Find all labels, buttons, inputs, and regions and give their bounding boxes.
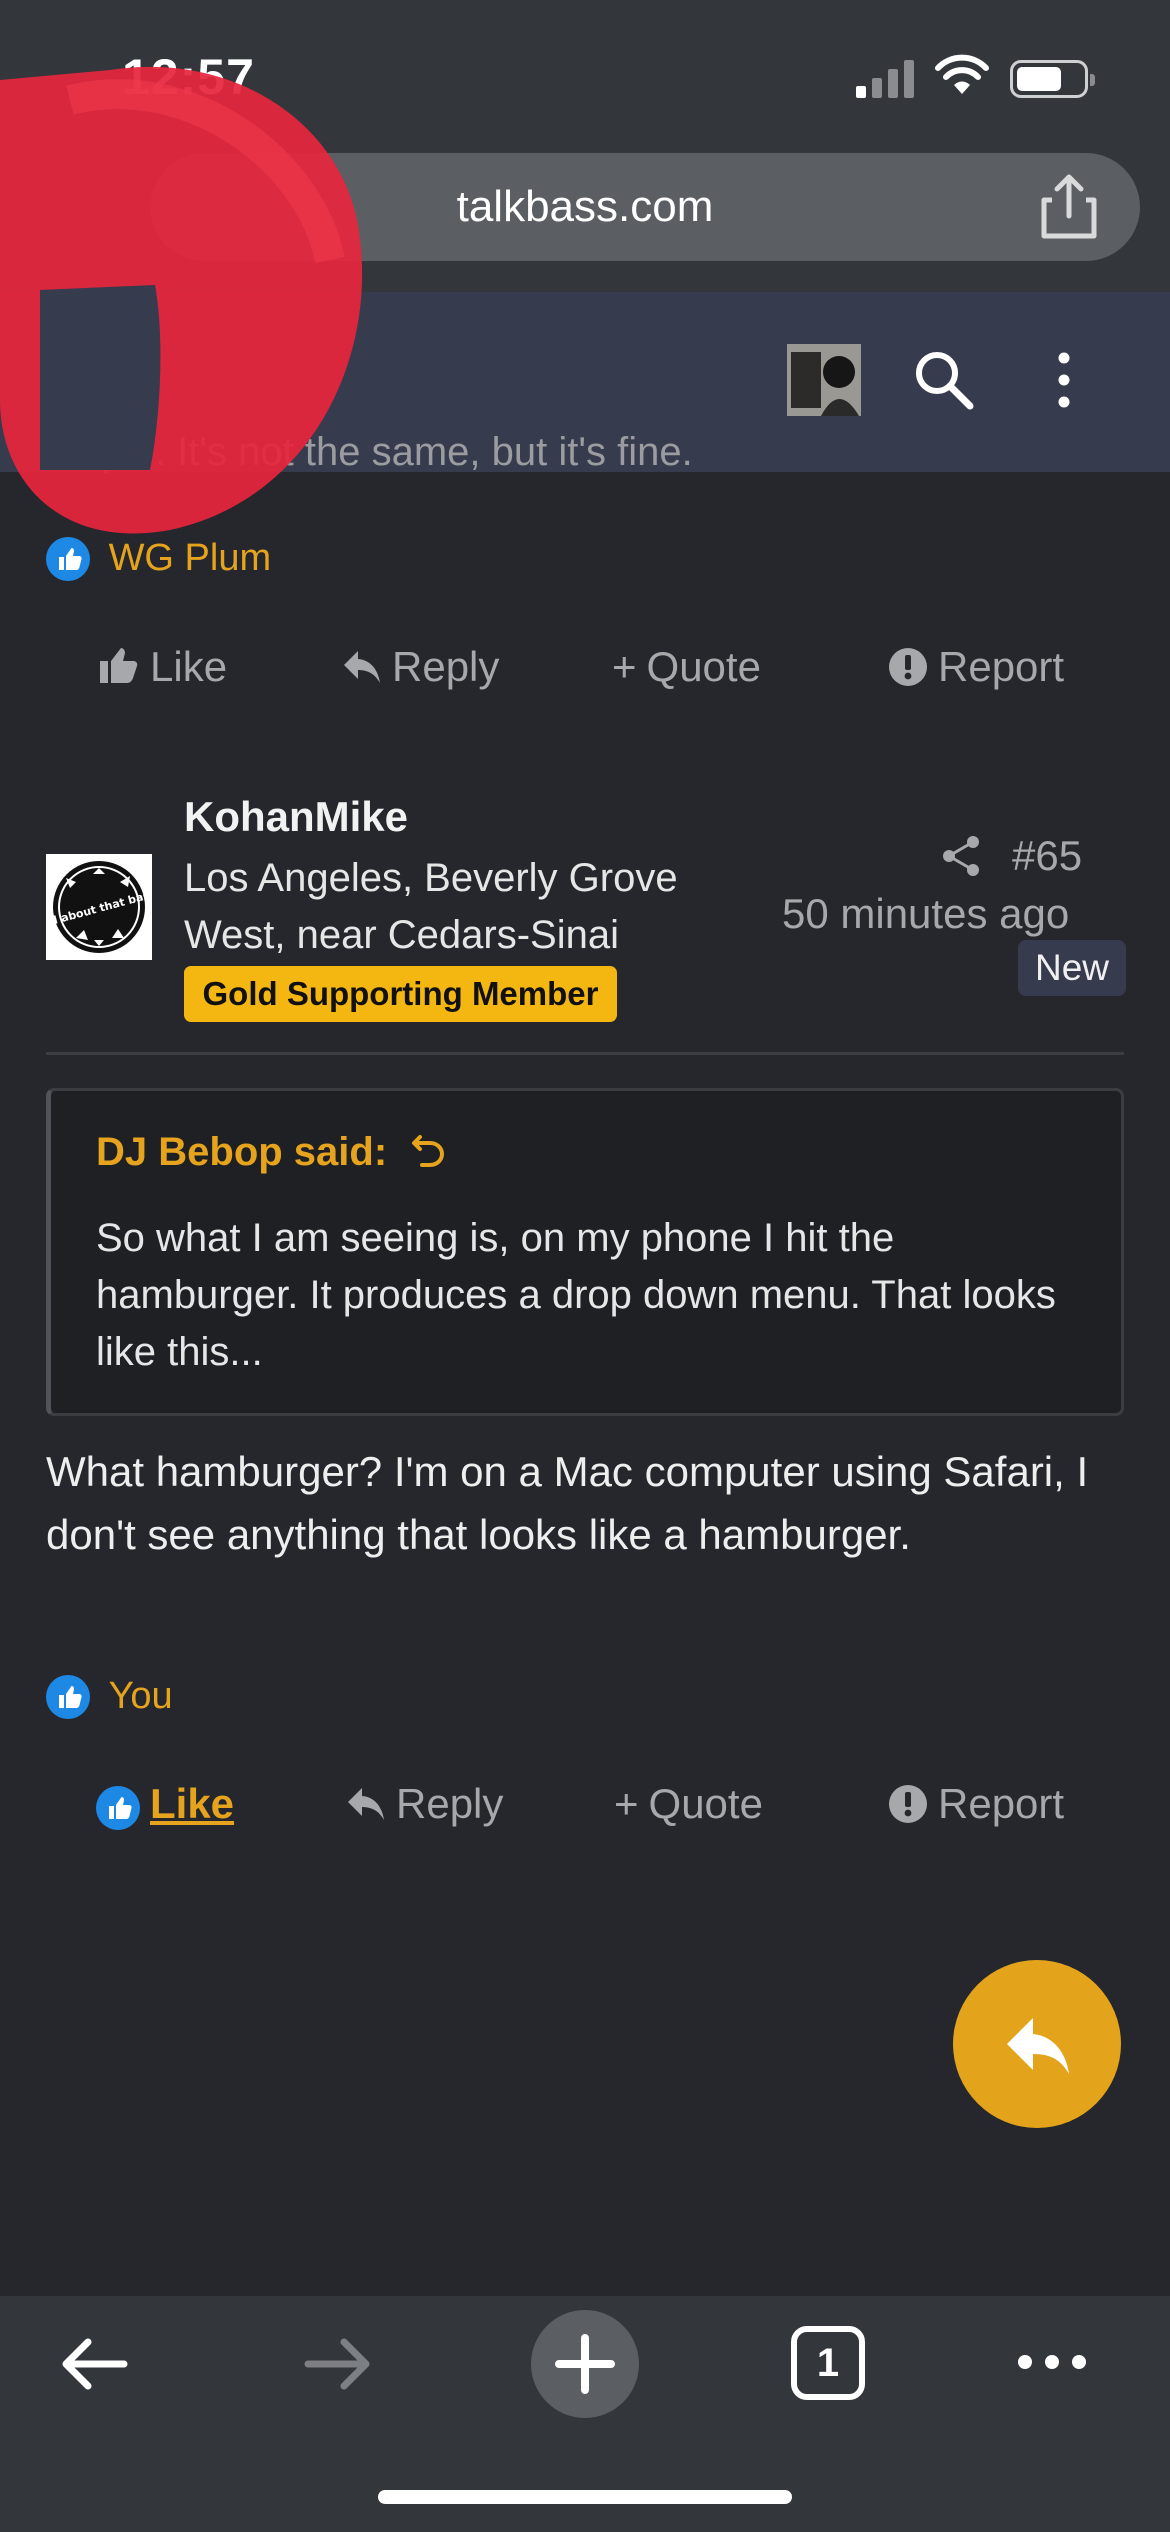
like-reaction-icon [46, 1674, 90, 1719]
user-avatar[interactable] [787, 344, 861, 416]
alert-circle-icon [889, 1785, 927, 1823]
reaction-summary[interactable]: WG Plum [46, 536, 271, 581]
status-time: 12:57 [122, 49, 255, 105]
cellular-signal-icon [856, 58, 914, 98]
plus-icon: + [614, 1780, 639, 1827]
address-bar-url[interactable]: talkbass.com [150, 153, 1020, 261]
post-number[interactable]: #65 [1012, 832, 1082, 880]
report-button[interactable]: Report [888, 643, 1064, 691]
plus-icon: + [612, 643, 637, 690]
quote-button[interactable]: + Quote [612, 643, 761, 691]
back-arrow-icon[interactable] [58, 2334, 130, 2394]
post-quote-button[interactable]: + Quote [614, 1780, 763, 1828]
post-body: What hamburger? I'm on a Mac computer us… [46, 1448, 1089, 1558]
post-reaction-summary[interactable]: You [46, 1674, 173, 1719]
tab-switcher-button[interactable]: 1 [791, 2326, 865, 2400]
reply-icon [1007, 2018, 1069, 2074]
liked-icon [96, 1786, 140, 1830]
post-username[interactable]: KohanMike [184, 793, 408, 841]
post-timestamp[interactable]: 50 minutes ago [782, 890, 1069, 938]
post-like-button[interactable]: Like [96, 1780, 234, 1830]
post-user-location: Los Angeles, Beverly Grove West, near Ce… [184, 856, 678, 957]
post-header-divider [46, 1052, 1124, 1055]
previous-post-text: ...ople. It's not the same, but it's fin… [46, 430, 693, 474]
jump-to-quote-icon[interactable] [410, 1133, 446, 1169]
post-author-avatar[interactable]: all about that bass [41, 854, 158, 960]
member-badge: Gold Supporting Member [184, 966, 617, 1022]
reply-button[interactable]: Reply [342, 643, 499, 691]
like-button[interactable]: Like [96, 643, 227, 691]
share-post-icon[interactable] [940, 834, 982, 878]
wifi-icon [935, 54, 989, 94]
hamburger-menu-button[interactable] [72, 358, 136, 404]
reaction-user[interactable]: WG Plum [109, 537, 272, 579]
thumbs-up-icon [100, 648, 138, 683]
new-badge: New [1018, 940, 1126, 996]
more-horizontal-icon[interactable] [1016, 2350, 1088, 2374]
forward-arrow-icon[interactable] [302, 2334, 374, 2394]
post-report-button[interactable]: Report [888, 1780, 1064, 1828]
quote-text: So what I am seeing is, on my phone I hi… [96, 1216, 1056, 1374]
home-indicator[interactable] [378, 2490, 792, 2504]
more-options-icon[interactable] [1046, 348, 1082, 412]
reply-icon [344, 651, 380, 683]
alert-circle-icon [889, 648, 927, 686]
plus-icon [555, 2334, 615, 2394]
reply-icon [348, 1788, 384, 1820]
new-tab-button[interactable] [531, 2310, 639, 2418]
quote-author[interactable]: DJ Bebop said: [96, 1130, 446, 1175]
post-reaction-user[interactable]: You [109, 1675, 173, 1717]
search-icon[interactable] [912, 348, 976, 412]
battery-icon [1010, 60, 1095, 98]
like-reaction-icon [46, 536, 90, 581]
floating-reply-button[interactable] [953, 1960, 1121, 2128]
post-reply-button[interactable]: Reply [346, 1780, 503, 1828]
share-icon[interactable] [1036, 172, 1102, 242]
